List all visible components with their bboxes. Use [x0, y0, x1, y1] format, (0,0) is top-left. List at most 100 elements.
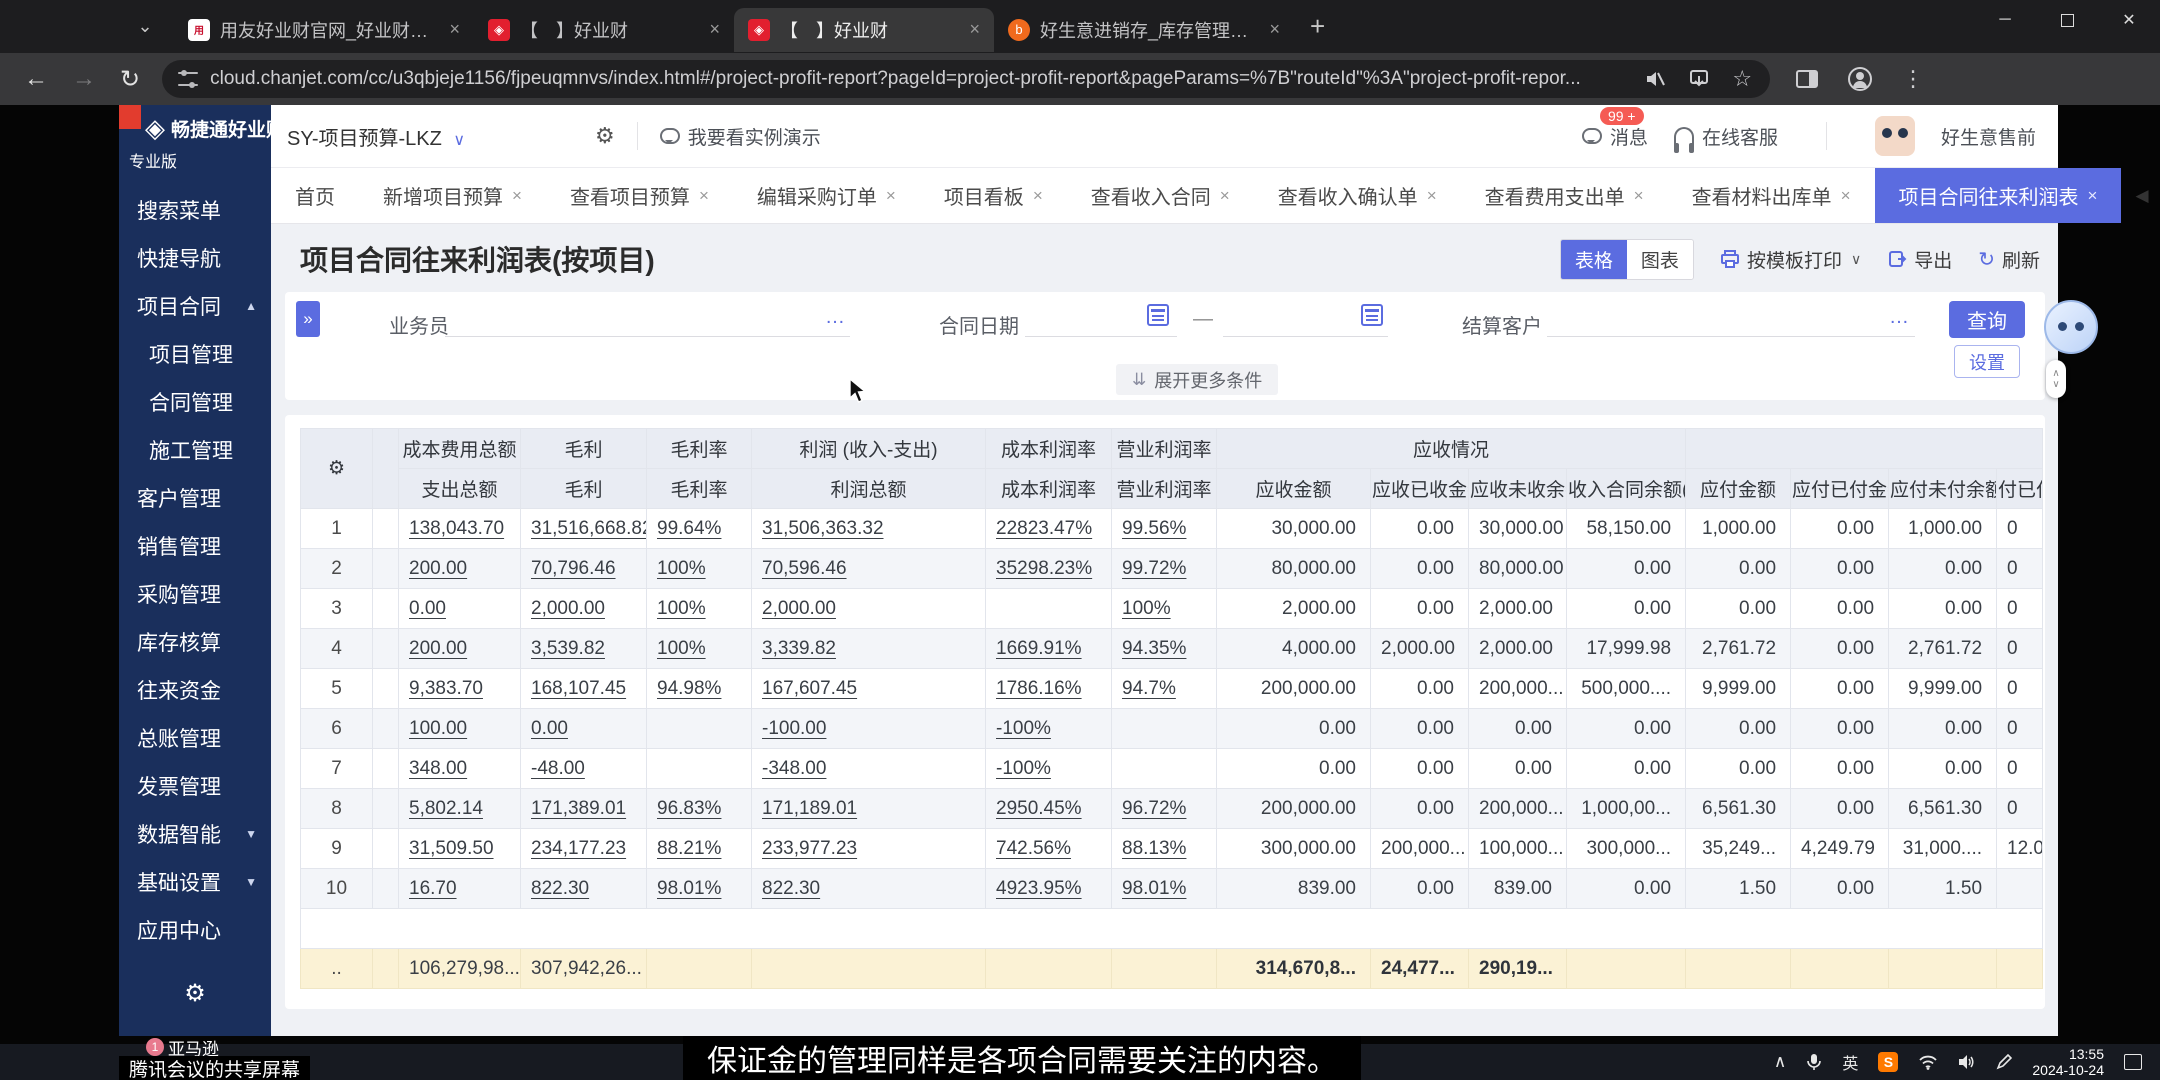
- page-tab-项目看板[interactable]: 项目看板×: [920, 168, 1067, 223]
- tab-close-icon[interactable]: ×: [699, 186, 709, 206]
- expand-more-button[interactable]: ⇊ 展开更多条件: [1116, 364, 1278, 395]
- side-panel-icon[interactable]: [1796, 70, 1818, 88]
- sidebar-item-数据智能[interactable]: 数据智能▼: [119, 810, 271, 858]
- cell-link[interactable]: 0.00: [409, 598, 446, 619]
- cell-link[interactable]: 171,189.01: [762, 798, 857, 819]
- sogou-icon[interactable]: S: [1878, 1052, 1898, 1072]
- tab-close-icon[interactable]: ×: [886, 186, 896, 206]
- messages-button[interactable]: 消息 99 +: [1582, 123, 1648, 150]
- cell-link[interactable]: -100%: [996, 718, 1051, 739]
- cell-link[interactable]: 5,802.14: [409, 798, 483, 819]
- browser-tab[interactable]: 用用友好业财官网_好业财报价_ap×: [174, 8, 474, 52]
- floating-assistant-robot[interactable]: [2044, 300, 2098, 354]
- cell-link[interactable]: 70,796.46: [531, 558, 616, 579]
- refresh-button[interactable]: ↻ 刷新: [1978, 246, 2040, 273]
- cell-link[interactable]: 348.00: [409, 758, 467, 779]
- cell-link[interactable]: 99.64%: [657, 518, 721, 539]
- tab-close-icon[interactable]: ×: [1427, 186, 1437, 206]
- column-header[interactable]: 毛利率: [647, 469, 752, 509]
- cell-link[interactable]: 2950.45%: [996, 798, 1082, 819]
- calendar-icon[interactable]: [1147, 304, 1169, 326]
- maximize-button[interactable]: [2036, 0, 2098, 40]
- cell-link[interactable]: 1669.91%: [996, 638, 1082, 659]
- tab-close-icon[interactable]: ×: [449, 19, 460, 40]
- sidebar-gear-icon[interactable]: ⚙: [119, 979, 271, 1008]
- pen-icon[interactable]: [1996, 1054, 2012, 1070]
- ime-indicator[interactable]: 英: [1842, 1050, 1858, 1074]
- cell-link[interactable]: 100%: [657, 558, 706, 579]
- column-settings-gear-icon[interactable]: ⚙: [301, 429, 373, 509]
- assistant-avatar[interactable]: [1875, 116, 1915, 156]
- cell-link[interactable]: 234,177.23: [531, 838, 626, 859]
- print-button[interactable]: 按模板打印 ∨: [1720, 246, 1861, 273]
- back-button[interactable]: ←: [24, 65, 48, 93]
- cell-link[interactable]: 138,043.70: [409, 518, 504, 539]
- cell-link[interactable]: 200.00: [409, 638, 467, 659]
- calendar-icon[interactable]: [1361, 304, 1383, 326]
- sidebar-item-采购管理[interactable]: 采购管理: [119, 570, 271, 618]
- cell-link[interactable]: 171,389.01: [531, 798, 626, 819]
- sidebar-item-应用中心[interactable]: 应用中心: [119, 906, 271, 954]
- column-header[interactable]: 应付已付金额: [1791, 469, 1889, 509]
- menu-kebab-icon[interactable]: ⋮: [1902, 66, 1924, 92]
- cell-link[interactable]: -348.00: [762, 758, 826, 779]
- column-header[interactable]: 应收未收余额: [1469, 469, 1567, 509]
- demo-link[interactable]: 我要看实例演示: [660, 123, 821, 150]
- settings-button[interactable]: 设置: [1954, 345, 2020, 378]
- column-header[interactable]: 支出总额: [399, 469, 521, 509]
- customer-input[interactable]: [1547, 336, 1915, 337]
- tab-close-icon[interactable]: ×: [709, 19, 720, 40]
- column-header[interactable]: 付已付: [1997, 469, 2043, 509]
- column-header[interactable]: 成本利润率: [986, 469, 1112, 509]
- cell-link[interactable]: 168,107.45: [531, 678, 626, 699]
- tabs-prev-icon[interactable]: ◀: [2135, 186, 2148, 206]
- column-header[interactable]: 应收金额: [1217, 469, 1371, 509]
- cell-link[interactable]: -48.00: [531, 758, 585, 779]
- mute-icon[interactable]: [1644, 68, 1666, 90]
- export-button[interactable]: 导出: [1887, 246, 1952, 273]
- cell-link[interactable]: 31,506,363.32: [762, 518, 884, 539]
- browser-tab[interactable]: ◈【 】好业财×: [474, 8, 734, 52]
- page-tab-新增项目预算[interactable]: 新增项目预算×: [359, 168, 546, 223]
- wifi-icon[interactable]: [1918, 1054, 1938, 1070]
- salesman-picker-icon[interactable]: …: [825, 306, 845, 329]
- browser-tab[interactable]: ◈【 】好业财×: [734, 8, 994, 52]
- cell-link[interactable]: 2,000.00: [531, 598, 605, 619]
- cell-link[interactable]: 94.35%: [1122, 638, 1186, 659]
- install-icon[interactable]: [1688, 68, 1710, 90]
- cell-link[interactable]: 99.56%: [1122, 518, 1186, 539]
- sidebar-item-基础设置[interactable]: 基础设置▼: [119, 858, 271, 906]
- cell-link[interactable]: 3,339.82: [762, 638, 836, 659]
- cell-link[interactable]: 2,000.00: [762, 598, 836, 619]
- reload-button[interactable]: ↻: [120, 65, 140, 94]
- column-header[interactable]: 利润总额: [752, 469, 986, 509]
- date-to-input[interactable]: [1223, 336, 1388, 337]
- scroll-stepper[interactable]: ∧∨: [2046, 360, 2066, 398]
- column-header[interactable]: 应付未付余额: [1889, 469, 1997, 509]
- page-tab-查看收入合同[interactable]: 查看收入合同×: [1067, 168, 1254, 223]
- cell-link[interactable]: 100.00: [409, 718, 467, 739]
- cell-link[interactable]: 100%: [657, 598, 706, 619]
- column-header[interactable]: 营业利润率: [1112, 469, 1217, 509]
- tab-close-icon[interactable]: ×: [2088, 186, 2098, 206]
- tab-search-chevron-icon[interactable]: ⌄: [130, 12, 160, 42]
- cell-link[interactable]: 4923.95%: [996, 878, 1082, 899]
- page-tab-编辑采购订单[interactable]: 编辑采购订单×: [733, 168, 920, 223]
- tray-expand-icon[interactable]: ∧: [1774, 1052, 1786, 1072]
- sidebar-item-发票管理[interactable]: 发票管理: [119, 762, 271, 810]
- profile-icon[interactable]: [1848, 67, 1872, 91]
- cell-link[interactable]: 22823.47%: [996, 518, 1092, 539]
- cell-link[interactable]: 100%: [657, 638, 706, 659]
- cell-link[interactable]: 16.70: [409, 878, 457, 899]
- forward-button[interactable]: →: [72, 65, 96, 93]
- collapse-filters-button[interactable]: »: [296, 301, 320, 337]
- close-button[interactable]: ✕: [2098, 0, 2160, 40]
- clock[interactable]: 13:55 2024-10-24: [2032, 1046, 2104, 1078]
- tab-close-icon[interactable]: ×: [1634, 186, 1644, 206]
- sidebar-item-客户管理[interactable]: 客户管理: [119, 474, 271, 522]
- account-switcher[interactable]: SY-项目预算-LKZ ∨: [287, 122, 567, 151]
- sidebar-item-往来资金[interactable]: 往来资金: [119, 666, 271, 714]
- cell-link[interactable]: -100.00: [762, 718, 826, 739]
- sidebar-item-合同管理[interactable]: 合同管理: [119, 378, 271, 426]
- microphone-icon[interactable]: [1806, 1053, 1822, 1071]
